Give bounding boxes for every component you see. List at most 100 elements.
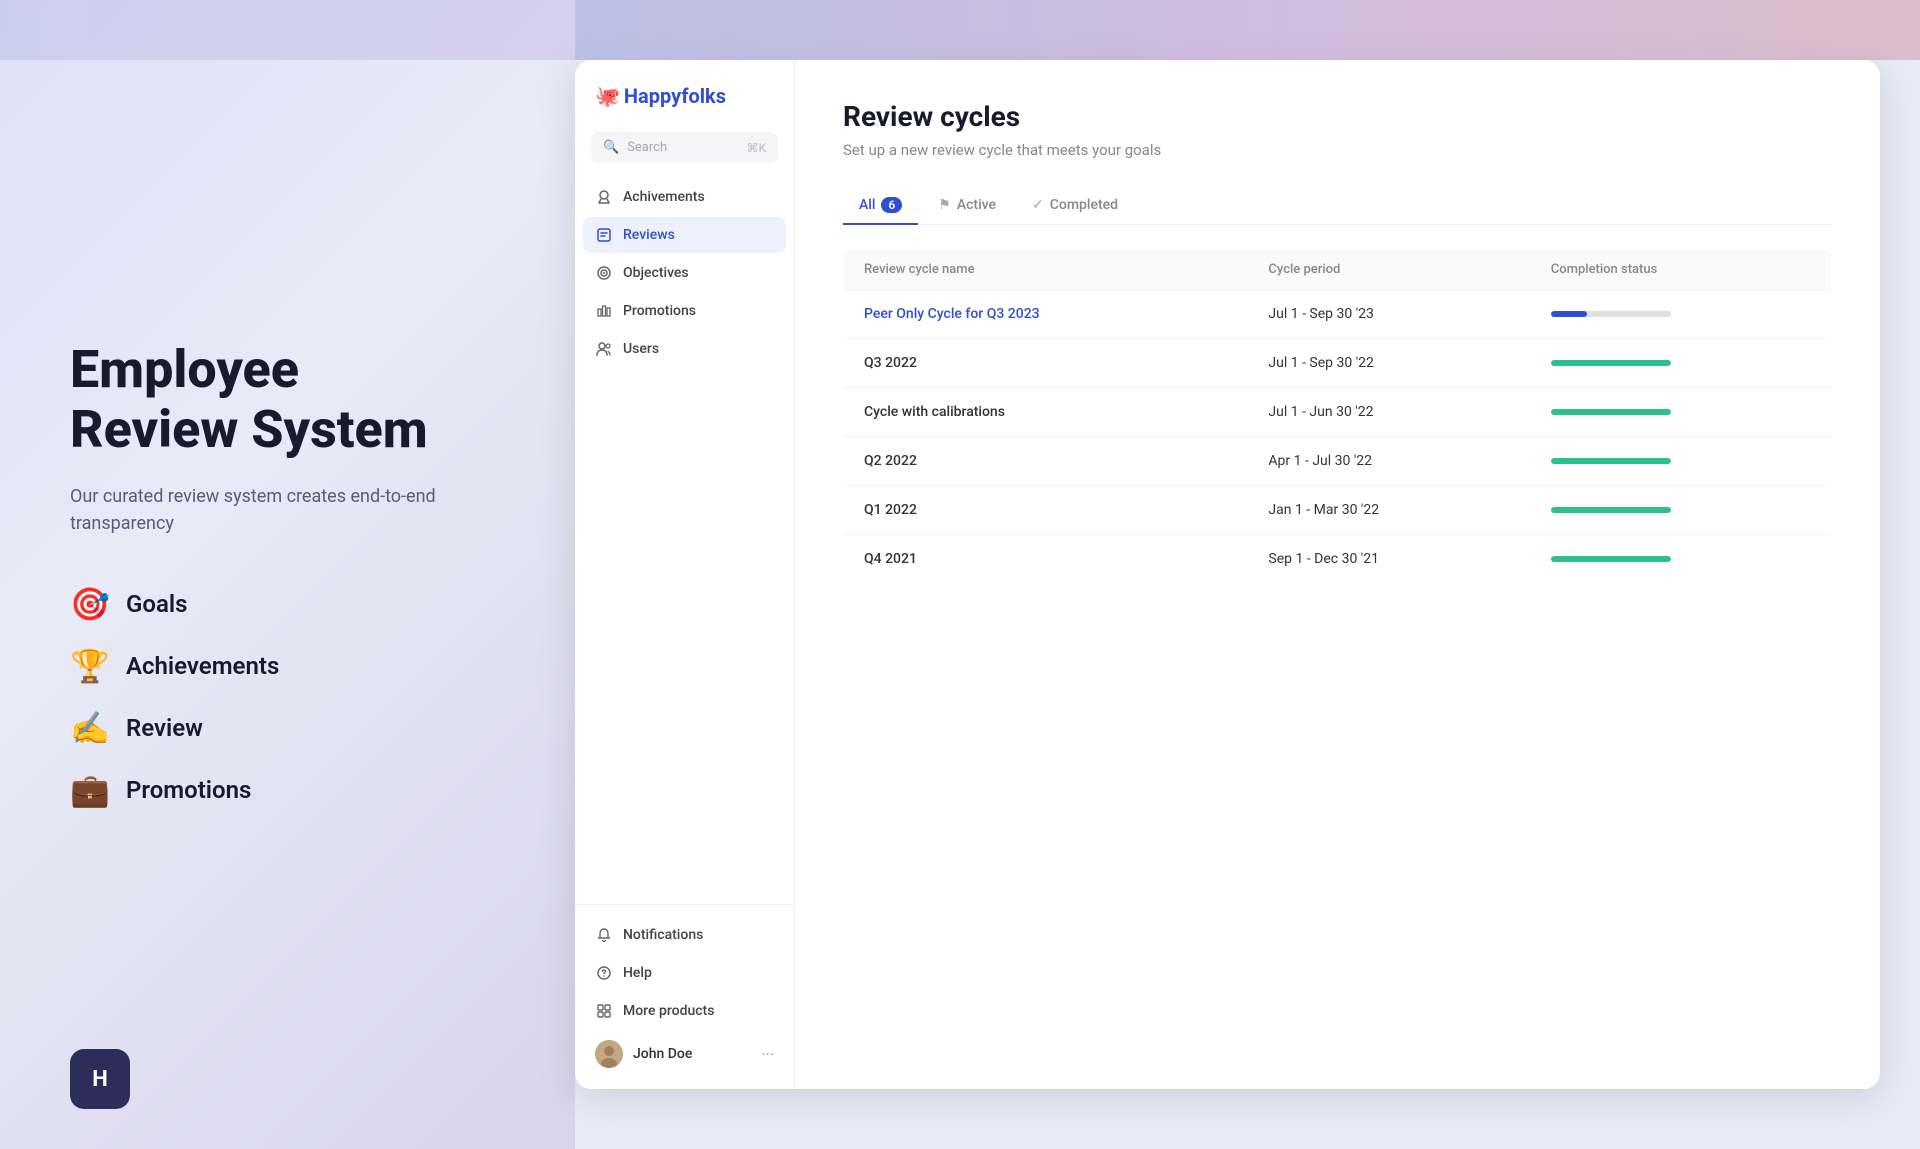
- cycle-period-cell: Jan 1 - Mar 30 '22: [1248, 486, 1530, 535]
- progress-bar: [1551, 311, 1671, 317]
- tab-completed[interactable]: ✓ Completed: [1016, 187, 1134, 225]
- achievements-nav-label: Achivements: [623, 189, 705, 205]
- top-gradient-bar: [575, 0, 1920, 60]
- sidebar-item-objectives[interactable]: Objectives: [583, 255, 786, 291]
- progress-fill: [1551, 458, 1671, 464]
- cycle-period-cell: Jul 1 - Sep 30 '23: [1248, 290, 1530, 339]
- objectives-nav-label: Objectives: [623, 265, 689, 281]
- user-name: John Doe: [633, 1046, 751, 1062]
- page-subtitle: Set up a new review cycle that meets you…: [843, 141, 1832, 159]
- user-avatar: [595, 1040, 623, 1068]
- table-row: Q4 2021Sep 1 - Dec 30 '21: [844, 535, 1832, 584]
- progress-fill: [1551, 556, 1671, 562]
- feature-goals: 🎯 Goals: [70, 585, 505, 623]
- cycle-period-cell: Sep 1 - Dec 30 '21: [1248, 535, 1530, 584]
- bottom-logo-icon: H: [70, 1049, 130, 1109]
- review-cycles-table: Review cycle name Cycle period Completio…: [843, 249, 1832, 584]
- search-shortcut: ⌘K: [746, 141, 766, 155]
- active-tab-icon: ⚑: [938, 197, 951, 213]
- reviews-nav-icon: [595, 226, 613, 244]
- progress-bar-container: [1551, 556, 1671, 562]
- achievements-emoji: 🏆: [70, 647, 110, 685]
- progress-bar-container: [1551, 458, 1671, 464]
- sidebar-item-promotions[interactable]: Promotions: [583, 293, 786, 329]
- search-icon: 🔍: [603, 140, 619, 155]
- cycle-status-cell: [1531, 535, 1832, 584]
- achievements-nav-icon: [595, 188, 613, 206]
- search-bar[interactable]: 🔍 Search ⌘K: [591, 132, 778, 163]
- cycle-name-cell: Q1 2022: [844, 486, 1249, 535]
- progress-bar: [1551, 458, 1671, 464]
- promotions-nav-icon: [595, 302, 613, 320]
- sidebar: 🐙 Happyfolks 🔍 Search ⌘K Ach: [575, 60, 795, 1089]
- feature-promotions: 💼 Promotions: [70, 771, 505, 809]
- col-header-name: Review cycle name: [844, 250, 1249, 290]
- more-products-label: More products: [623, 1003, 714, 1019]
- tab-active-label: Active: [957, 197, 996, 213]
- cycle-period-cell: Jul 1 - Jun 30 '22: [1248, 388, 1530, 437]
- users-nav-icon: [595, 340, 613, 358]
- more-products-item[interactable]: More products: [583, 993, 786, 1029]
- cycle-name-cell: Q2 2022: [844, 437, 1249, 486]
- nav-section: Achivements Reviews: [575, 179, 794, 904]
- left-panel: Employee Review System Our curated revie…: [0, 0, 575, 1149]
- promotions-emoji: 💼: [70, 771, 110, 809]
- feature-list: 🎯 Goals 🏆 Achievements ✍️ Review 💼 Promo…: [70, 585, 505, 809]
- progress-fill: [1551, 360, 1671, 366]
- main-subtitle: Our curated review system creates end-to…: [70, 483, 505, 537]
- progress-bar-container: [1551, 311, 1671, 317]
- progress-fill: [1551, 409, 1671, 415]
- sidebar-item-users[interactable]: Users: [583, 331, 786, 367]
- cycle-status-cell: [1531, 486, 1832, 535]
- tab-active[interactable]: ⚑ Active: [922, 187, 1012, 225]
- notifications-icon: [595, 926, 613, 944]
- notifications-item[interactable]: Notifications: [583, 917, 786, 953]
- progress-fill: [1551, 507, 1671, 513]
- sidebar-item-reviews[interactable]: Reviews: [583, 217, 786, 253]
- cycle-name-cell[interactable]: Peer Only Cycle for Q3 2023: [844, 290, 1249, 339]
- tabs-bar: All 6 ⚑ Active ✓ Completed: [843, 187, 1832, 225]
- cycle-status-cell: [1531, 290, 1832, 339]
- app-logo: 🐙 Happyfolks: [595, 84, 774, 108]
- page-title: Review cycles: [843, 100, 1832, 133]
- reviews-nav-label: Reviews: [623, 227, 675, 243]
- progress-bar: [1551, 409, 1671, 415]
- table-row: Q2 2022Apr 1 - Jul 30 '22: [844, 437, 1832, 486]
- help-item[interactable]: Help: [583, 955, 786, 991]
- help-label: Help: [623, 965, 652, 981]
- promotions-nav-label: Promotions: [623, 303, 696, 319]
- users-nav-label: Users: [623, 341, 659, 357]
- completed-tab-icon: ✓: [1032, 197, 1044, 213]
- tab-all-label: All: [859, 197, 875, 213]
- cycle-name-link[interactable]: Peer Only Cycle for Q3 2023: [864, 306, 1040, 322]
- progress-bar: [1551, 360, 1671, 366]
- search-placeholder-text: Search: [627, 140, 738, 155]
- user-row[interactable]: John Doe ···: [583, 1031, 786, 1077]
- table-row: Q1 2022Jan 1 - Mar 30 '22: [844, 486, 1832, 535]
- cycle-status-cell: [1531, 437, 1832, 486]
- logo-icon: 🐙: [595, 84, 620, 108]
- notifications-label: Notifications: [623, 927, 703, 943]
- sidebar-bottom: Notifications Help: [575, 904, 794, 1089]
- objectives-nav-icon: [595, 264, 613, 282]
- promotions-label: Promotions: [126, 776, 251, 804]
- feature-achievements: 🏆 Achievements: [70, 647, 505, 685]
- user-menu-icon[interactable]: ···: [761, 1045, 774, 1064]
- table-row: Cycle with calibrationsJul 1 - Jun 30 '2…: [844, 388, 1832, 437]
- app-container: 🐙 Happyfolks 🔍 Search ⌘K Ach: [575, 60, 1880, 1089]
- sidebar-item-achievements[interactable]: Achivements: [583, 179, 786, 215]
- tab-completed-label: Completed: [1050, 197, 1118, 213]
- progress-bar: [1551, 556, 1671, 562]
- cycle-status-cell: [1531, 388, 1832, 437]
- goals-label: Goals: [126, 590, 187, 618]
- progress-bar-container: [1551, 507, 1671, 513]
- col-header-status: Completion status: [1531, 250, 1832, 290]
- cycle-name-cell: Q4 2021: [844, 535, 1249, 584]
- cycle-period-cell: Apr 1 - Jul 30 '22: [1248, 437, 1530, 486]
- right-panel: 🐙 Happyfolks 🔍 Search ⌘K Ach: [575, 0, 1920, 1149]
- feature-review: ✍️ Review: [70, 709, 505, 747]
- cycle-period-cell: Jul 1 - Sep 30 '22: [1248, 339, 1530, 388]
- progress-bar-container: [1551, 409, 1671, 415]
- tab-all[interactable]: All 6: [843, 187, 918, 225]
- col-header-period: Cycle period: [1248, 250, 1530, 290]
